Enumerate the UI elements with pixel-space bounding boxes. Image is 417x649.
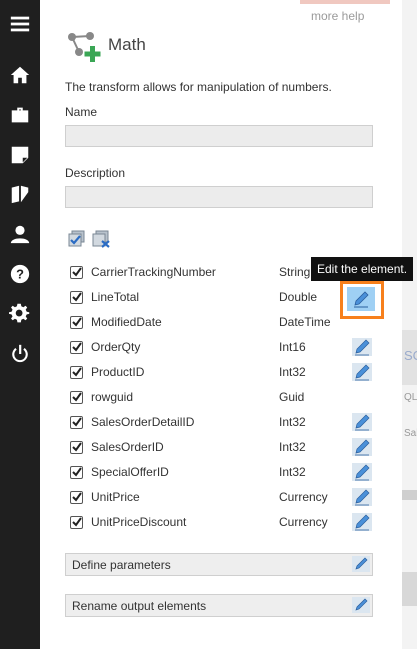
field-name: ProductID (91, 365, 145, 379)
field-name: rowguid (91, 390, 134, 404)
settings-icon[interactable] (8, 302, 32, 326)
edit-pencil-icon[interactable] (351, 362, 373, 382)
field-type: Currency (279, 490, 328, 504)
background-text-ql: QL (404, 392, 417, 403)
page-title: Math (108, 35, 146, 54)
field-checkbox[interactable] (70, 466, 83, 479)
user-icon[interactable] (8, 222, 32, 246)
edit-button-highlight (340, 281, 384, 319)
checkmark-icon (72, 267, 82, 277)
field-type: Int16 (279, 340, 306, 354)
field-type: Int32 (279, 415, 306, 429)
field-checkbox[interactable] (70, 516, 83, 529)
name-field[interactable] (65, 125, 373, 147)
checkmark-icon (72, 342, 82, 352)
field-type: Int32 (279, 465, 306, 479)
checkmark-icon (72, 367, 82, 377)
edit-pencil-icon[interactable] (351, 596, 371, 614)
home-icon[interactable] (8, 63, 32, 87)
background-bar (402, 490, 417, 500)
edit-pencil-icon[interactable] (351, 437, 373, 457)
field-name: OrderQty (91, 340, 141, 354)
left-nav: ? (0, 0, 40, 649)
field-name: UnitPriceDiscount (91, 515, 187, 529)
field-type: Int32 (279, 365, 306, 379)
field-type: Guid (279, 390, 305, 404)
name-label: Name (65, 105, 98, 119)
field-name: SalesOrderID (91, 440, 164, 454)
edit-tooltip: Edit the element. (311, 257, 414, 281)
checkmark-icon (72, 442, 82, 452)
deselect-all-icon[interactable] (92, 230, 112, 248)
field-checkbox[interactable] (70, 316, 83, 329)
checkmark-icon (72, 292, 82, 302)
field-checkbox[interactable] (70, 291, 83, 304)
edit-pencil-icon[interactable] (351, 487, 373, 507)
rename-output-elements-label: Rename output elements (72, 599, 207, 613)
field-checkbox[interactable] (70, 416, 83, 429)
field-name: SalesOrderDetailID (91, 415, 195, 429)
field-name: UnitPrice (91, 490, 140, 504)
field-row: UnitPrice Currency (65, 488, 385, 510)
field-type: Int32 (279, 440, 306, 454)
edit-pencil-icon[interactable] (351, 512, 373, 532)
field-type: Currency (279, 515, 328, 529)
power-icon[interactable] (8, 342, 32, 366)
field-checkbox[interactable] (70, 491, 83, 504)
checkmark-icon (72, 517, 82, 527)
field-row: OrderQty Int16 (65, 338, 385, 360)
briefcase-icon[interactable] (8, 103, 32, 127)
transform-description: The transform allows for manipulation of… (65, 80, 332, 94)
edit-pencil-icon[interactable] (351, 412, 373, 432)
field-row: SalesOrderID Int32 (65, 438, 385, 460)
field-type: String (279, 265, 311, 279)
field-row: SalesOrderDetailID Int32 (65, 413, 385, 435)
field-checkbox[interactable] (70, 391, 83, 404)
field-checkbox[interactable] (70, 366, 83, 379)
define-parameters-bar[interactable]: Define parameters (65, 553, 373, 576)
checkmark-icon (72, 492, 82, 502)
background-app (402, 0, 417, 649)
field-checkbox[interactable] (70, 341, 83, 354)
field-name: CarrierTrackingNumber (91, 265, 216, 279)
menu-icon[interactable] (8, 12, 32, 36)
checkmark-icon (72, 467, 82, 477)
description-field[interactable] (65, 186, 373, 208)
select-all-icon[interactable] (68, 230, 88, 248)
description-label: Description (65, 166, 126, 180)
help-icon[interactable]: ? (8, 262, 32, 286)
field-row: ModifiedDate DateTime (65, 313, 385, 335)
field-type: DateTime (279, 315, 331, 329)
define-parameters-label: Define parameters (72, 558, 171, 572)
edit-pencil-icon[interactable] (351, 337, 373, 357)
field-row: UnitPriceDiscount Currency (65, 513, 385, 535)
math-transform-icon (68, 32, 101, 62)
background-bar-2 (402, 572, 417, 606)
field-name: ModifiedDate (91, 315, 162, 329)
background-text-sc: SC (404, 348, 417, 363)
checkmark-icon (72, 317, 82, 327)
book-icon[interactable] (8, 182, 32, 206)
field-row: rowguid Guid (65, 388, 385, 410)
note-icon[interactable] (8, 143, 32, 167)
field-name: LineTotal (91, 290, 140, 304)
field-row: SpecialOfferID Int32 (65, 463, 385, 485)
rename-output-elements-bar[interactable]: Rename output elements (65, 594, 373, 617)
checkmark-icon (72, 392, 82, 402)
field-checkbox[interactable] (70, 266, 83, 279)
more-help-link[interactable]: more help (311, 9, 364, 23)
edit-pencil-icon[interactable] (351, 462, 373, 482)
field-row: LineTotal Double (65, 288, 385, 310)
field-name: SpecialOfferID (91, 465, 169, 479)
svg-text:?: ? (16, 267, 24, 282)
field-row: ProductID Int32 (65, 363, 385, 385)
background-text-sale: Sale (404, 428, 417, 439)
field-checkbox[interactable] (70, 441, 83, 454)
checkmark-icon (72, 417, 82, 427)
more-help-underline (300, 0, 390, 4)
edit-pencil-icon[interactable] (351, 555, 371, 573)
field-type: Double (279, 290, 318, 304)
